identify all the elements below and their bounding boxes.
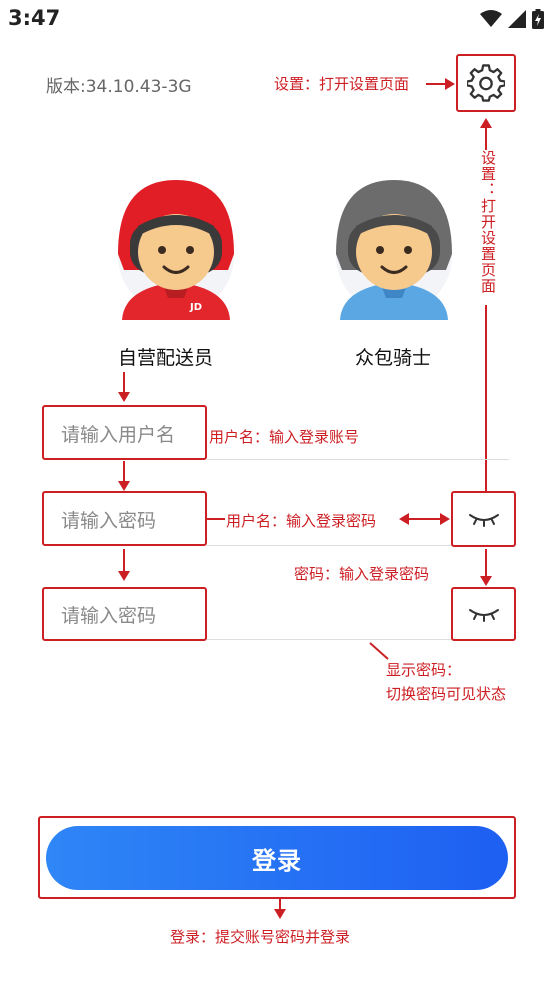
- password-confirm-placeholder: 请输入密码: [61, 605, 157, 627]
- arrow-vertical-top-line: [485, 126, 487, 150]
- wifi-icon: [480, 10, 502, 27]
- arrow-password-left: [207, 518, 225, 520]
- annotation-settings: 设置：打开设置页面: [274, 75, 410, 93]
- version-label: 版本:34.10.43-3G: [46, 77, 192, 97]
- battery-charging-icon: [532, 9, 544, 29]
- annotation-show-password-line2: 切换密码可见状态: [386, 685, 507, 703]
- arrow-head-down-icon: [118, 392, 130, 402]
- svg-text:JD: JD: [189, 302, 202, 313]
- arrow-head-down-icon: [118, 481, 130, 491]
- annotation-show-password: 显示密码： 切换密码可见状态: [386, 658, 506, 706]
- red-rider-avatar-icon: JD: [118, 180, 234, 320]
- arrow-line-eye: [485, 549, 487, 577]
- annotation-login: 登录：提交账号密码并登录: [170, 928, 351, 946]
- eye-closed-icon: [468, 609, 499, 622]
- arrow-head-right-icon: [440, 513, 450, 525]
- annotation-settings-vertical: 设置：打开设置页面: [479, 150, 497, 294]
- arrow-line-1: [123, 372, 125, 394]
- eye-closed-icon: [468, 514, 499, 527]
- settings-button[interactable]: [456, 54, 516, 112]
- blue-rider-avatar-icon: [336, 180, 452, 320]
- show-password-toggle[interactable]: [451, 491, 516, 547]
- username-input[interactable]: 请输入用户名: [42, 405, 207, 460]
- annotation-username: 用户名：输入登录账号: [209, 428, 360, 446]
- crowdsource-role-option[interactable]: [322, 170, 462, 320]
- status-icons: [480, 8, 544, 30]
- arrow-head-down-icon: [118, 571, 130, 581]
- role-label-courier: 自营配送员: [118, 347, 214, 369]
- arrow-password-right: [408, 518, 440, 520]
- annotation-show-password-line1: 显示密码：: [386, 661, 462, 679]
- arrow-line-3: [123, 549, 125, 573]
- signal-icon: [508, 10, 526, 28]
- courier-role-option[interactable]: JD: [104, 170, 244, 320]
- arrow-head-down-icon: [274, 909, 286, 919]
- password-placeholder: 请输入密码: [61, 510, 157, 532]
- username-underline: [207, 459, 509, 460]
- arrow-head-down-icon: [480, 576, 492, 586]
- password-input[interactable]: 请输入密码: [42, 491, 207, 546]
- annotation-password: 用户名：输入登录密码: [226, 512, 377, 530]
- login-button[interactable]: 登录: [46, 826, 508, 890]
- show-password-confirm-toggle[interactable]: [451, 587, 516, 641]
- role-label-crowdsource: 众包骑士: [355, 347, 432, 369]
- gear-icon: [467, 64, 505, 102]
- arrow-head-icon: [445, 78, 455, 90]
- arrow-line-2: [123, 461, 125, 483]
- username-placeholder: 请输入用户名: [61, 424, 176, 446]
- status-time: 3:47: [8, 6, 61, 30]
- annotation-password2: 密码：输入登录密码: [294, 565, 430, 583]
- password-confirm-input[interactable]: 请输入密码: [42, 587, 207, 641]
- arrow-vertical-line: [485, 305, 487, 493]
